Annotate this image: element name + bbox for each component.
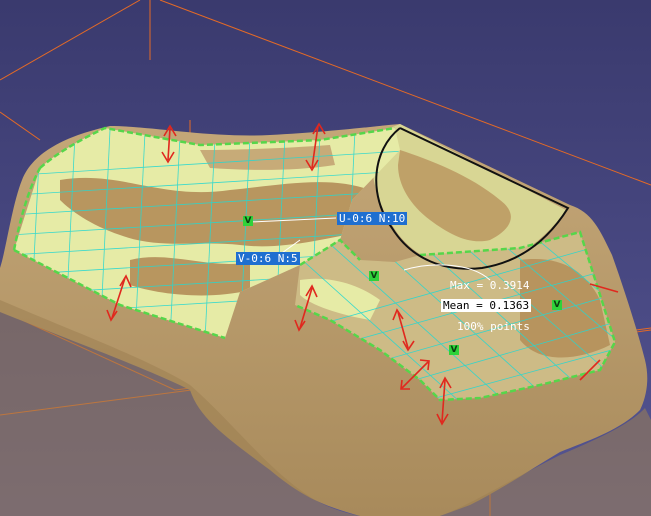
u-parameter-label[interactable]: U-0:6 N:10 <box>337 212 408 225</box>
max-deviation-text: Max = 0.3914 <box>450 279 530 292</box>
mean-deviation-text: Mean = 0.1363 <box>441 299 532 312</box>
v-parameter-label[interactable]: V-0:6 N:5 <box>236 252 300 265</box>
v-marker[interactable]: V <box>369 271 379 281</box>
v-marker[interactable]: V <box>449 345 459 355</box>
points-percent-text: 100% points <box>457 320 530 333</box>
v-marker[interactable]: V <box>243 216 253 226</box>
surface-scene <box>0 0 651 516</box>
v-marker[interactable]: V <box>552 300 562 310</box>
3d-viewport[interactable]: U-0:6 N:10 V-0:6 N:5 Max = 0.3914 Mean =… <box>0 0 651 516</box>
